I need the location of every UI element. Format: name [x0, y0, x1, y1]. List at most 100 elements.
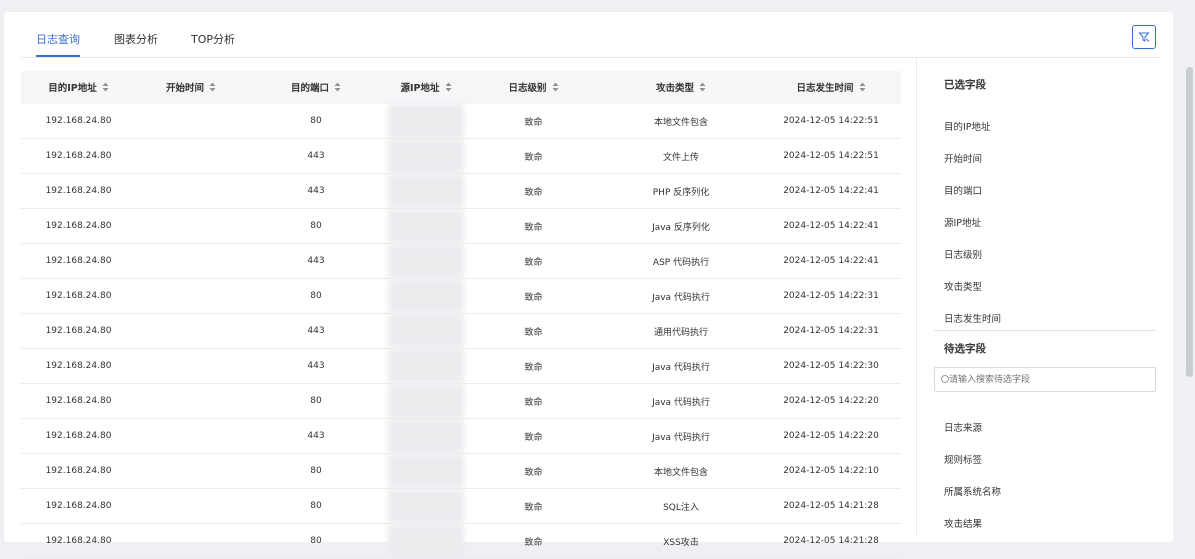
column-header-label: 日志级别: [508, 83, 547, 94]
selected-field-item[interactable]: 目的端口: [944, 183, 982, 197]
sort-icon[interactable]: [209, 82, 216, 95]
log-time-cell: 2024-12-05 14:22:20: [761, 418, 901, 454]
pending-fields-title: 待选字段: [944, 343, 986, 355]
start-time-cell: [136, 418, 246, 454]
log-level-cell: 致命: [466, 104, 601, 139]
log-level-cell: 致命: [466, 243, 601, 279]
table-row[interactable]: 192.168.24.80 80 致命 本地文件包含 2024-12-05 14:22:…: [21, 104, 901, 139]
table-row[interactable]: 192.168.24.80 80 致命 本地文件包含 2024-12-05 14:22:…: [21, 453, 901, 489]
sort-icon[interactable]: [552, 82, 559, 95]
redacted-src-ip: [388, 314, 464, 348]
tab-log-query[interactable]: 日志查询: [36, 31, 80, 57]
sort-icon[interactable]: [102, 82, 109, 95]
src-ip-cell: [386, 104, 466, 139]
pending-field-item[interactable]: 日志来源: [944, 420, 982, 434]
log-level-cell: 致命: [466, 453, 601, 489]
redacted-src-ip: [388, 454, 464, 488]
selected-field-item[interactable]: 源IP地址: [944, 215, 981, 229]
src-ip-cell: [386, 488, 466, 524]
column-header-label: 日志发生时间: [796, 83, 854, 94]
pending-field-item[interactable]: 攻击结果: [944, 516, 982, 530]
column-header[interactable]: 目的端口: [246, 71, 386, 104]
attack-type-cell: Java 代码执行: [601, 278, 761, 314]
log-time-cell: 2024-12-05 14:22:30: [761, 348, 901, 384]
table-row[interactable]: 192.168.24.80 443 致命 PHP 反序列化 2024-12-05 14:…: [21, 173, 901, 209]
column-header[interactable]: 攻击类型: [601, 71, 761, 104]
src-ip-cell: [386, 278, 466, 314]
tab-top-analysis[interactable]: TOP分析: [191, 31, 235, 57]
filter-button[interactable]: [1132, 25, 1156, 49]
sort-icon[interactable]: [334, 82, 341, 95]
dst-ip-cell: 192.168.24.80: [21, 243, 136, 279]
column-header-label: 开始时间: [165, 83, 204, 94]
start-time-cell: [136, 313, 246, 349]
sort-icon[interactable]: [699, 82, 706, 95]
log-time-cell: 2024-12-05 14:22:20: [761, 383, 901, 419]
redacted-src-ip: [388, 104, 464, 138]
table-row[interactable]: 192.168.24.80 443 致命 Java 代码执行 2024-12-05 14…: [21, 348, 901, 384]
sort-icon[interactable]: [859, 82, 866, 95]
page-scrollbar[interactable]: [1186, 67, 1193, 377]
log-level-cell: 致命: [466, 313, 601, 349]
selected-field-item[interactable]: 日志级别: [944, 247, 982, 261]
src-ip-cell: [386, 138, 466, 174]
table-row[interactable]: 192.168.24.80 80 致命 Java 反序列化 2024-12-05 14:…: [21, 208, 901, 244]
attack-type-cell: 通用代码执行: [601, 313, 761, 349]
column-header[interactable]: 开始时间: [136, 71, 246, 104]
table-row[interactable]: 192.168.24.80 80 致命 Java 代码执行 2024-12-05 14:…: [21, 383, 901, 419]
dst-ip-cell: 192.168.24.80: [21, 313, 136, 349]
table-row[interactable]: 192.168.24.80 443 致命 ASP 代码执行 2024-12-05 14:…: [21, 243, 901, 279]
start-time-cell: [136, 208, 246, 244]
pending-field-search-input[interactable]: [934, 367, 1156, 392]
dst-ip-cell: 192.168.24.80: [21, 278, 136, 314]
table-row[interactable]: 192.168.24.80 80 致命 Java 代码执行 2024-12-05 14:…: [21, 278, 901, 314]
log-time-cell: 2024-12-05 14:22:41: [761, 208, 901, 244]
dst-ip-cell: 192.168.24.80: [21, 383, 136, 419]
start-time-cell: [136, 453, 246, 489]
table-body: 192.168.24.80 80 致命 本地文件包含 2024-12-05 14:22:…: [21, 104, 901, 559]
log-level-cell: 致命: [466, 488, 601, 524]
selected-field-item[interactable]: 攻击类型: [944, 279, 982, 293]
start-time-cell: [136, 243, 246, 279]
redacted-src-ip: [388, 349, 464, 383]
attack-type-cell: Java 代码执行: [601, 418, 761, 454]
attack-type-cell: Java 反序列化: [601, 208, 761, 244]
log-time-cell: 2024-12-05 14:22:31: [761, 278, 901, 314]
column-header[interactable]: 日志发生时间: [761, 71, 901, 104]
dst-ip-cell: 192.168.24.80: [21, 453, 136, 489]
tab-chart-analysis[interactable]: 图表分析: [114, 31, 158, 57]
column-header[interactable]: 目的IP地址: [21, 71, 136, 104]
table-row[interactable]: 192.168.24.80 80 致命 XSS攻击 2024-12-05 14:21:2…: [21, 523, 901, 559]
selected-field-item[interactable]: 日志发生时间: [944, 311, 1001, 325]
filter-icon: [1138, 32, 1150, 42]
selected-field-item[interactable]: 目的IP地址: [944, 119, 991, 133]
src-ip-cell: [386, 348, 466, 384]
redacted-src-ip: [388, 489, 464, 523]
tab-bar: 日志查询 图表分析 TOP分析: [22, 12, 1160, 58]
column-header[interactable]: 源IP地址: [386, 71, 466, 104]
log-level-cell: 致命: [466, 173, 601, 209]
table-row[interactable]: 192.168.24.80 80 致命 SQL注入 2024-12-05 14:21:2…: [21, 488, 901, 524]
dst-ip-cell: 192.168.24.80: [21, 348, 136, 384]
pending-field-item[interactable]: 所属系统名称: [944, 484, 1001, 498]
log-level-cell: 致命: [466, 208, 601, 244]
sort-icon[interactable]: [445, 82, 452, 95]
divider: [934, 330, 1156, 331]
src-ip-cell: [386, 453, 466, 489]
table-row[interactable]: 192.168.24.80 443 致命 文件上传 2024-12-05 14:22:5…: [21, 138, 901, 174]
table-row[interactable]: 192.168.24.80 443 致命 Java 代码执行 2024-12-05 14…: [21, 418, 901, 454]
pending-field-item[interactable]: 规则标签: [944, 452, 982, 466]
attack-type-cell: 文件上传: [601, 138, 761, 174]
table-header-row: 目的IP地址 开始时间 目的端口 源IP地址 日志级别 攻击类型 日志发生时间: [21, 71, 901, 104]
attack-type-cell: Java 代码执行: [601, 383, 761, 419]
log-level-cell: 致命: [466, 523, 601, 559]
dst-port-cell: 443: [246, 348, 386, 384]
table-row[interactable]: 192.168.24.80 443 致命 通用代码执行 2024-12-05 14:22…: [21, 313, 901, 349]
src-ip-cell: [386, 243, 466, 279]
log-level-cell: 致命: [466, 278, 601, 314]
column-header[interactable]: 日志级别: [466, 71, 601, 104]
column-header-label: 目的IP地址: [48, 83, 97, 94]
attack-type-cell: Java 代码执行: [601, 348, 761, 384]
dst-ip-cell: 192.168.24.80: [21, 138, 136, 174]
selected-field-item[interactable]: 开始时间: [944, 151, 982, 165]
